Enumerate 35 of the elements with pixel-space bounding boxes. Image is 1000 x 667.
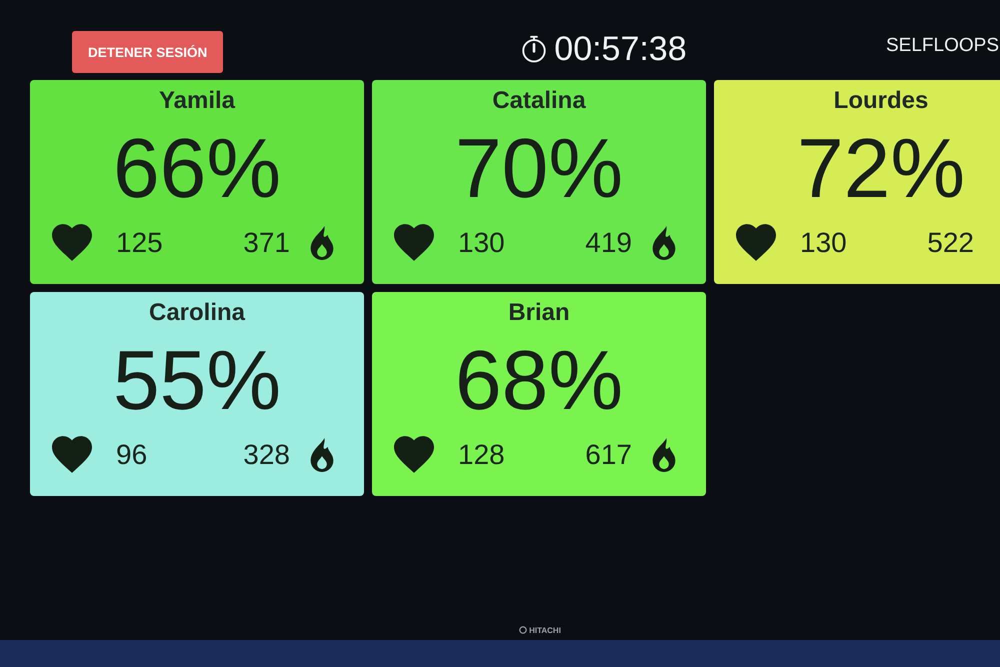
rider-name: Brian — [508, 298, 570, 328]
calories-value: 522 — [927, 226, 974, 258]
flame-icon — [310, 438, 334, 472]
flame-icon — [310, 226, 334, 260]
heart-icon — [736, 224, 776, 261]
rider-name: Catalina — [492, 86, 586, 116]
heart-rate-value: 130 — [799, 226, 848, 258]
flame-icon — [652, 226, 676, 260]
effort-percent: 70% — [454, 120, 624, 217]
heart-icon — [394, 224, 434, 261]
heart-rate-value: 128 — [457, 438, 506, 470]
heart-icon — [52, 224, 92, 261]
rider-name: Lourdes — [834, 86, 928, 116]
heart-rate-value: 96 — [115, 438, 148, 470]
brand-name: SELFLOOPS — [886, 35, 1000, 57]
effort-percent: 55% — [112, 332, 282, 429]
tv-logo: HITACHI — [529, 626, 561, 634]
heart-icon — [52, 436, 92, 473]
rider-name: Carolina — [148, 298, 246, 328]
calories-value: 617 — [585, 438, 632, 470]
flame-icon — [652, 438, 676, 472]
effort-percent: 68% — [454, 332, 624, 429]
heart-rate-value: 130 — [457, 226, 506, 258]
logo-mark-icon — [519, 626, 528, 634]
effort-percent: 66% — [112, 120, 282, 217]
rider-name: Yamila — [158, 86, 236, 116]
heart-icon — [394, 436, 434, 473]
effort-percent: 72% — [796, 120, 966, 217]
session-timer: 00:57:38 — [554, 30, 687, 68]
heart-rate-value: 125 — [115, 226, 164, 258]
calories-value: 371 — [243, 226, 290, 258]
stopwatch-icon — [520, 35, 548, 63]
calories-value: 328 — [243, 438, 290, 470]
calories-value: 419 — [585, 226, 632, 258]
stop-session-button[interactable]: DETENER SESIÓN — [72, 31, 224, 73]
